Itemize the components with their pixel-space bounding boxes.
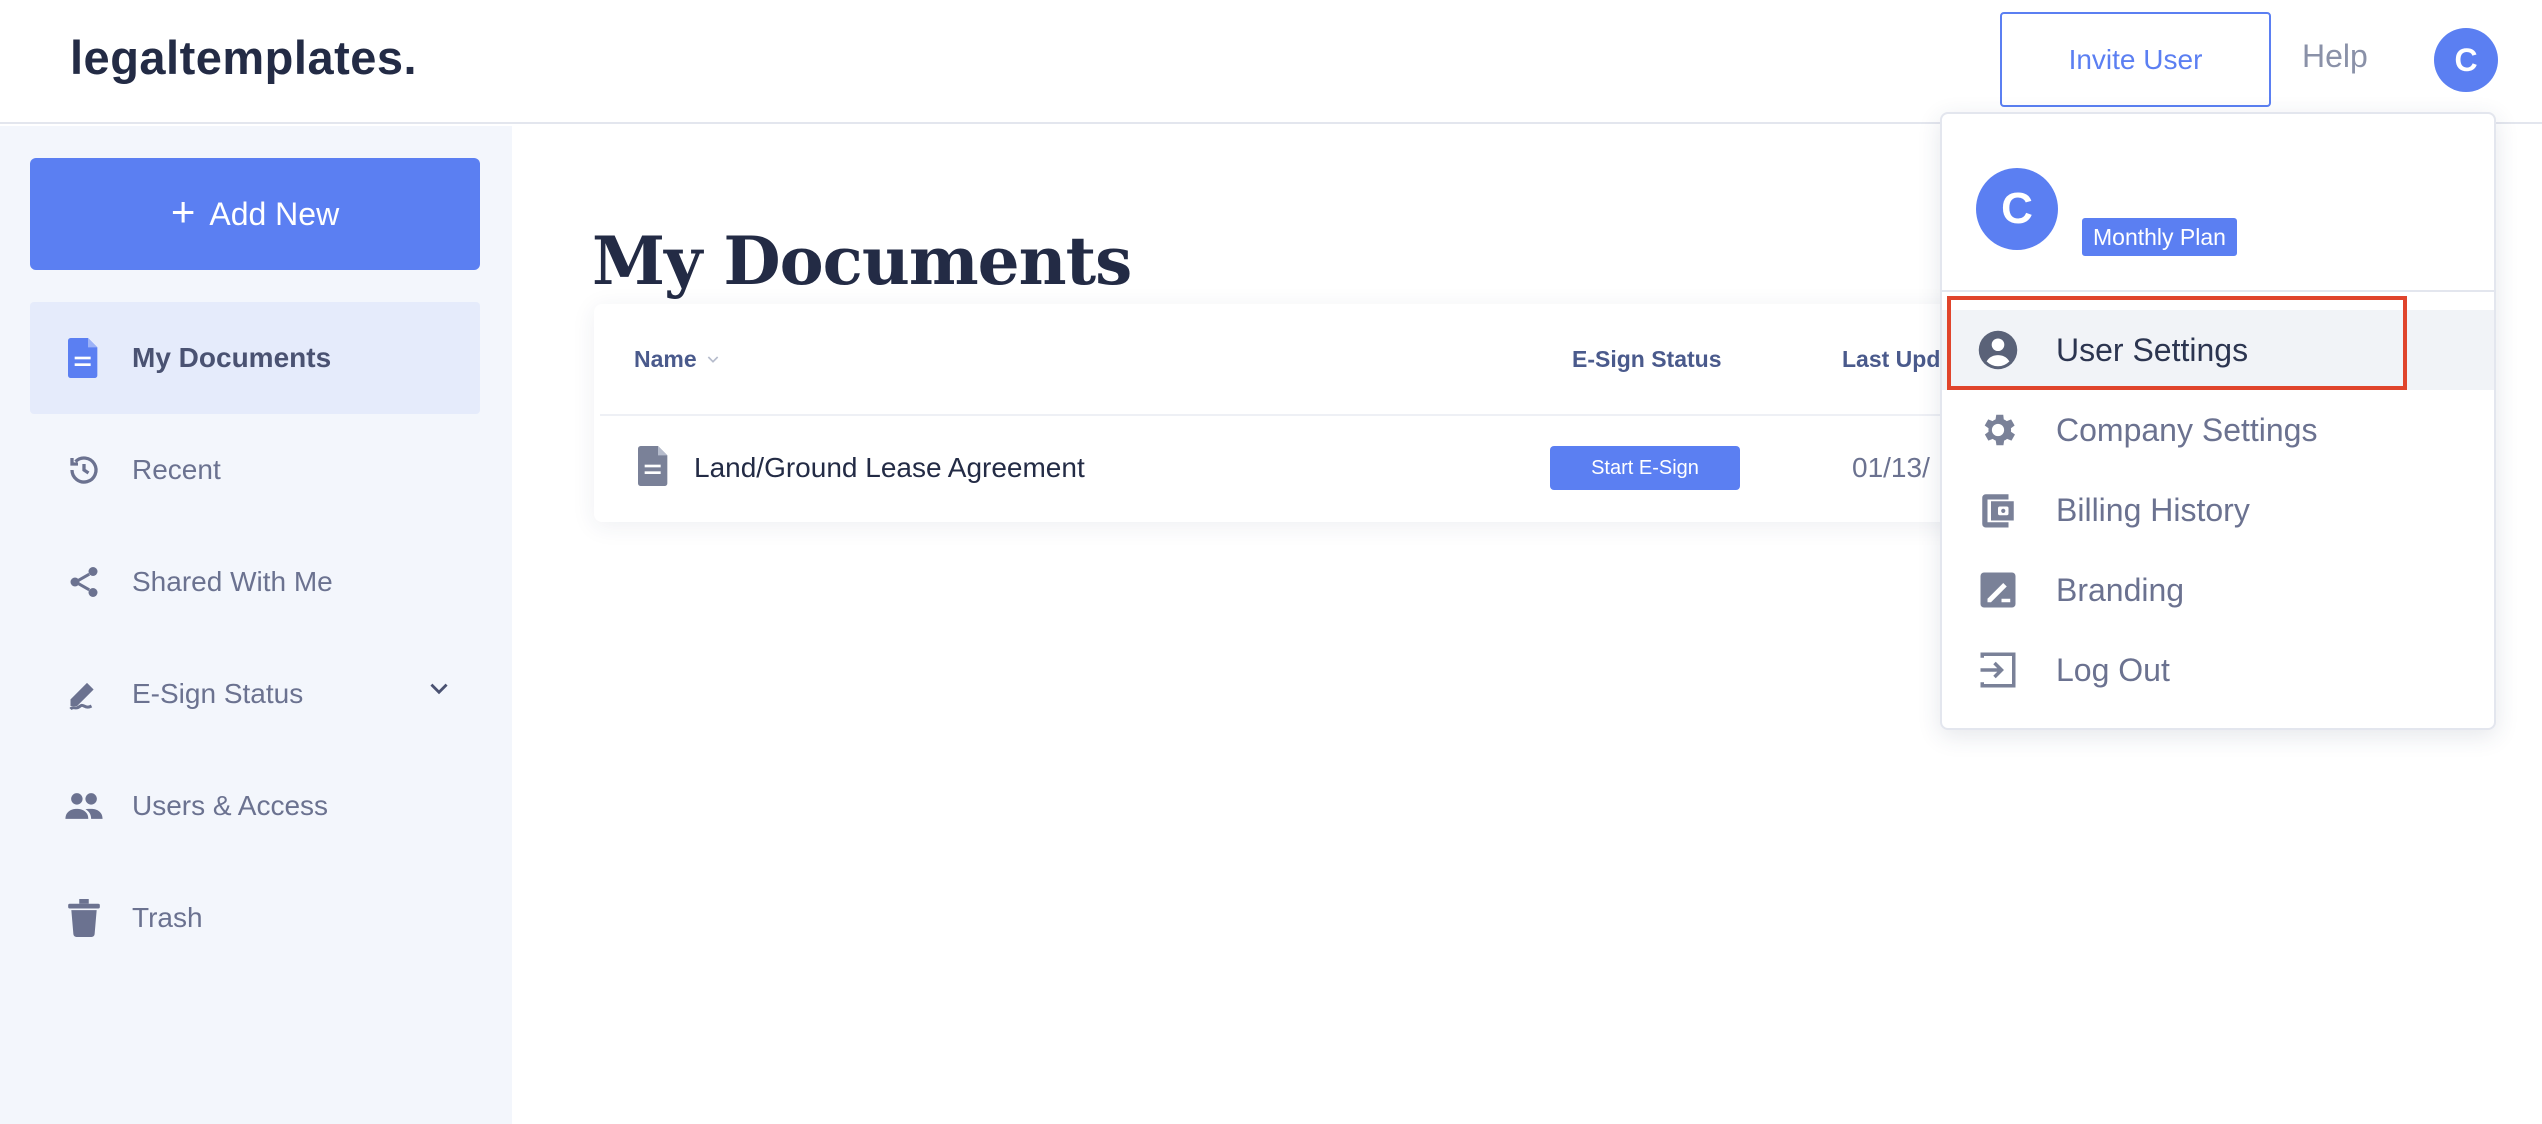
help-link[interactable]: Help xyxy=(2302,38,2368,75)
add-new-button[interactable]: + Add New xyxy=(30,158,480,270)
plan-badge: Monthly Plan xyxy=(2082,218,2237,256)
menu-item-user-settings[interactable]: User Settings xyxy=(1942,310,2494,390)
sidebar-item-recent[interactable]: Recent xyxy=(30,414,480,526)
document-icon xyxy=(638,446,670,491)
share-icon xyxy=(64,562,104,602)
sidebar-item-shared-with-me[interactable]: Shared With Me xyxy=(30,526,480,638)
account-circle-icon xyxy=(1976,328,2020,372)
menu-item-label: User Settings xyxy=(2056,331,2249,368)
sidebar-item-label: Users & Access xyxy=(132,790,329,821)
column-header-label: Name xyxy=(634,346,697,372)
app-logo[interactable]: legaltemplates. xyxy=(70,30,417,85)
sidebar-item-label: Shared With Me xyxy=(132,566,333,597)
wallet-icon xyxy=(1976,488,2020,532)
sort-chevron-icon xyxy=(705,346,721,373)
sidebar-item-e-sign-status[interactable]: E-Sign Status xyxy=(30,638,480,750)
document-name-link[interactable]: Land/Ground Lease Agreement xyxy=(694,452,1085,484)
users-icon xyxy=(64,786,104,826)
menu-item-billing-history[interactable]: Billing History xyxy=(1942,470,2494,550)
signature-icon xyxy=(64,674,104,714)
trash-icon xyxy=(64,898,104,938)
menu-item-label: Billing History xyxy=(2056,491,2250,528)
menu-item-log-out[interactable]: Log Out xyxy=(1942,630,2494,710)
sidebar-item-label: Trash xyxy=(132,902,203,933)
sidebar-item-trash[interactable]: Trash xyxy=(30,862,480,974)
page-title: My Documents xyxy=(592,222,1132,300)
plus-icon: + xyxy=(170,188,196,235)
start-e-sign-button[interactable]: Start E-Sign xyxy=(1550,446,1740,490)
avatar: C xyxy=(1976,168,2058,250)
user-avatar-button[interactable]: C xyxy=(2434,28,2498,92)
menu-divider xyxy=(1942,290,2494,292)
branding-icon xyxy=(1976,568,2020,612)
menu-item-label: Branding xyxy=(2056,571,2185,608)
sidebar-item-label: My Documents xyxy=(132,342,332,373)
gear-icon xyxy=(1976,408,2020,452)
sidebar-item-users-access[interactable]: Users & Access xyxy=(30,750,480,862)
sidebar: + Add New My Documents Recent Shared Wit… xyxy=(0,126,512,1124)
menu-item-branding[interactable]: Branding xyxy=(1942,550,2494,630)
invite-user-button[interactable]: Invite User xyxy=(2000,12,2271,107)
column-header-name[interactable]: Name xyxy=(634,346,721,373)
chevron-down-icon[interactable] xyxy=(426,676,452,709)
last-updated-date: 01/13/ xyxy=(1852,452,1930,483)
column-header-last-updated[interactable]: Last Upd xyxy=(1842,346,1940,373)
sidebar-item-my-documents[interactable]: My Documents xyxy=(30,302,480,414)
menu-item-label: Company Settings xyxy=(2056,411,2318,448)
menu-item-label: Log Out xyxy=(2056,651,2170,688)
account-dropdown-menu: C Monthly Plan User Settings Company Set… xyxy=(1940,112,2496,730)
sidebar-item-label: Recent xyxy=(132,454,221,485)
top-header: legaltemplates. Invite User Help C xyxy=(0,0,2542,124)
history-icon xyxy=(64,450,104,490)
table-divider xyxy=(600,414,2044,416)
column-header-esign-status[interactable]: E-Sign Status xyxy=(1572,346,1722,373)
logout-icon xyxy=(1976,648,2020,692)
sidebar-item-label: E-Sign Status xyxy=(132,678,304,709)
menu-item-company-settings[interactable]: Company Settings xyxy=(1942,390,2494,470)
add-new-label: Add New xyxy=(209,195,340,232)
documents-table: Name E-Sign Status Last Upd Land/Ground … xyxy=(594,304,2044,522)
document-icon xyxy=(64,338,104,378)
